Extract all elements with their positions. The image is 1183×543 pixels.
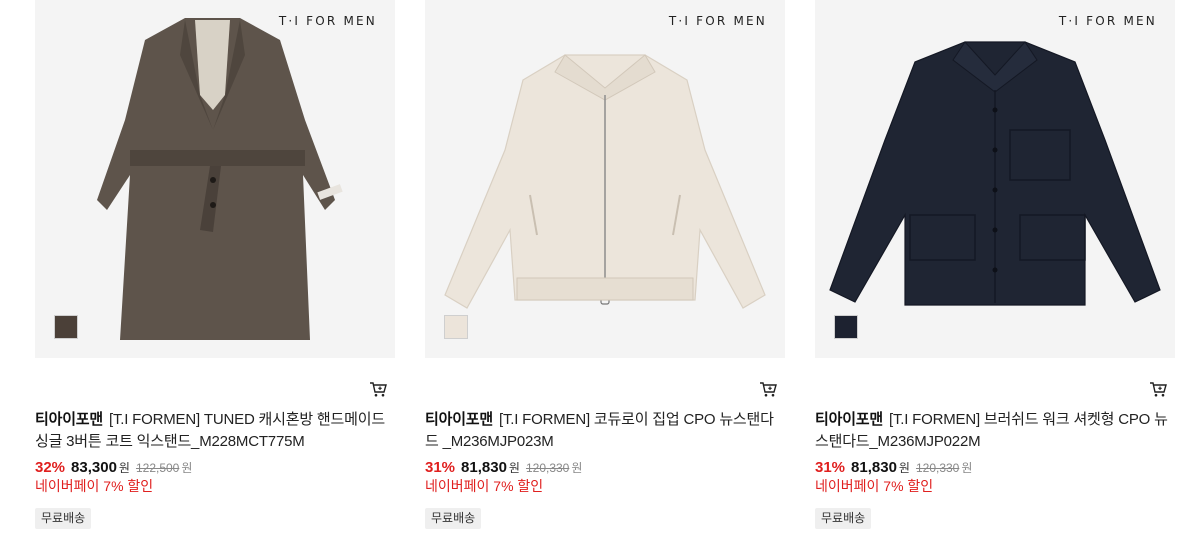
naverpay-benefit: 네이버페이 7% 할인 <box>35 478 154 494</box>
jacket-image <box>829 41 1161 306</box>
original-price-unit: 원 <box>181 461 193 475</box>
original-price-unit: 원 <box>961 461 973 475</box>
original-price-unit: 원 <box>571 461 583 475</box>
product-card[interactable]: T·I FOR MEN <box>815 0 1175 543</box>
cart-icon[interactable] <box>1149 380 1167 398</box>
cart-icon[interactable] <box>369 380 387 398</box>
product-title[interactable]: 티아이포맨 [T.I FORMEN] TUNED 캐시혼방 핸드메이드 싱글 3버… <box>35 409 395 453</box>
sale-price: 81,830 <box>461 459 507 476</box>
product-image[interactable]: T·I FOR MEN <box>35 0 395 358</box>
price-row: 31% 81,830 원 120,330 원 <box>815 458 972 477</box>
original-price: 122,500 <box>135 461 180 475</box>
original-price: 120,330 <box>915 461 960 475</box>
product-title[interactable]: 티아이포맨 [T.I FORMEN] 코듀로이 집업 CPO 뉴스탠다드 _M23… <box>425 409 785 453</box>
coat-image <box>97 18 343 340</box>
price-row: 31% 81,830 원 120,330 원 <box>425 458 582 477</box>
product-grid: T·I FOR MEN 티아이포맨 [T.I FORMEN] TUNED 캐시혼… <box>0 0 1183 543</box>
product-title[interactable]: 티아이포맨 [T.I FORMEN] 브러쉬드 워크 셔켓형 CPO 뉴스탠다드_… <box>815 409 1175 453</box>
discount-rate: 32% <box>35 459 66 476</box>
mall-name[interactable]: 티아이포맨 <box>815 411 883 428</box>
price-row: 32% 83,300 원 122,500 원 <box>35 458 192 477</box>
mall-name[interactable]: 티아이포맨 <box>425 411 493 428</box>
product-image[interactable]: T·I FOR MEN <box>425 0 785 358</box>
discount-rate: 31% <box>425 459 456 476</box>
original-price: 120,330 <box>525 461 570 475</box>
product-card[interactable]: T·I FOR MEN 티아이포맨 [T.I FORMEN] 코듀로이 집업 C… <box>425 0 785 543</box>
naverpay-benefit: 네이버페이 7% 할인 <box>815 478 934 494</box>
free-shipping-badge: 무료배송 <box>425 508 482 529</box>
free-shipping-badge: 무료배송 <box>815 508 872 529</box>
naverpay-benefit: 네이버페이 7% 할인 <box>425 478 544 494</box>
color-swatch[interactable] <box>54 315 78 339</box>
discount-rate: 31% <box>815 459 846 476</box>
mall-name[interactable]: 티아이포맨 <box>35 411 103 428</box>
color-swatch[interactable] <box>444 315 468 339</box>
sale-price: 83,300 <box>71 459 117 476</box>
free-shipping-badge: 무료배송 <box>35 508 92 529</box>
product-image[interactable]: T·I FOR MEN <box>815 0 1175 358</box>
price-unit: 원 <box>508 461 520 475</box>
price-unit: 원 <box>118 461 130 475</box>
price-unit: 원 <box>898 461 910 475</box>
cart-icon[interactable] <box>759 380 777 398</box>
color-swatch[interactable] <box>834 315 858 339</box>
sale-price: 81,830 <box>851 459 897 476</box>
product-card[interactable]: T·I FOR MEN <box>35 0 395 543</box>
coat-belt <box>130 150 305 166</box>
jacket-image <box>444 54 766 309</box>
